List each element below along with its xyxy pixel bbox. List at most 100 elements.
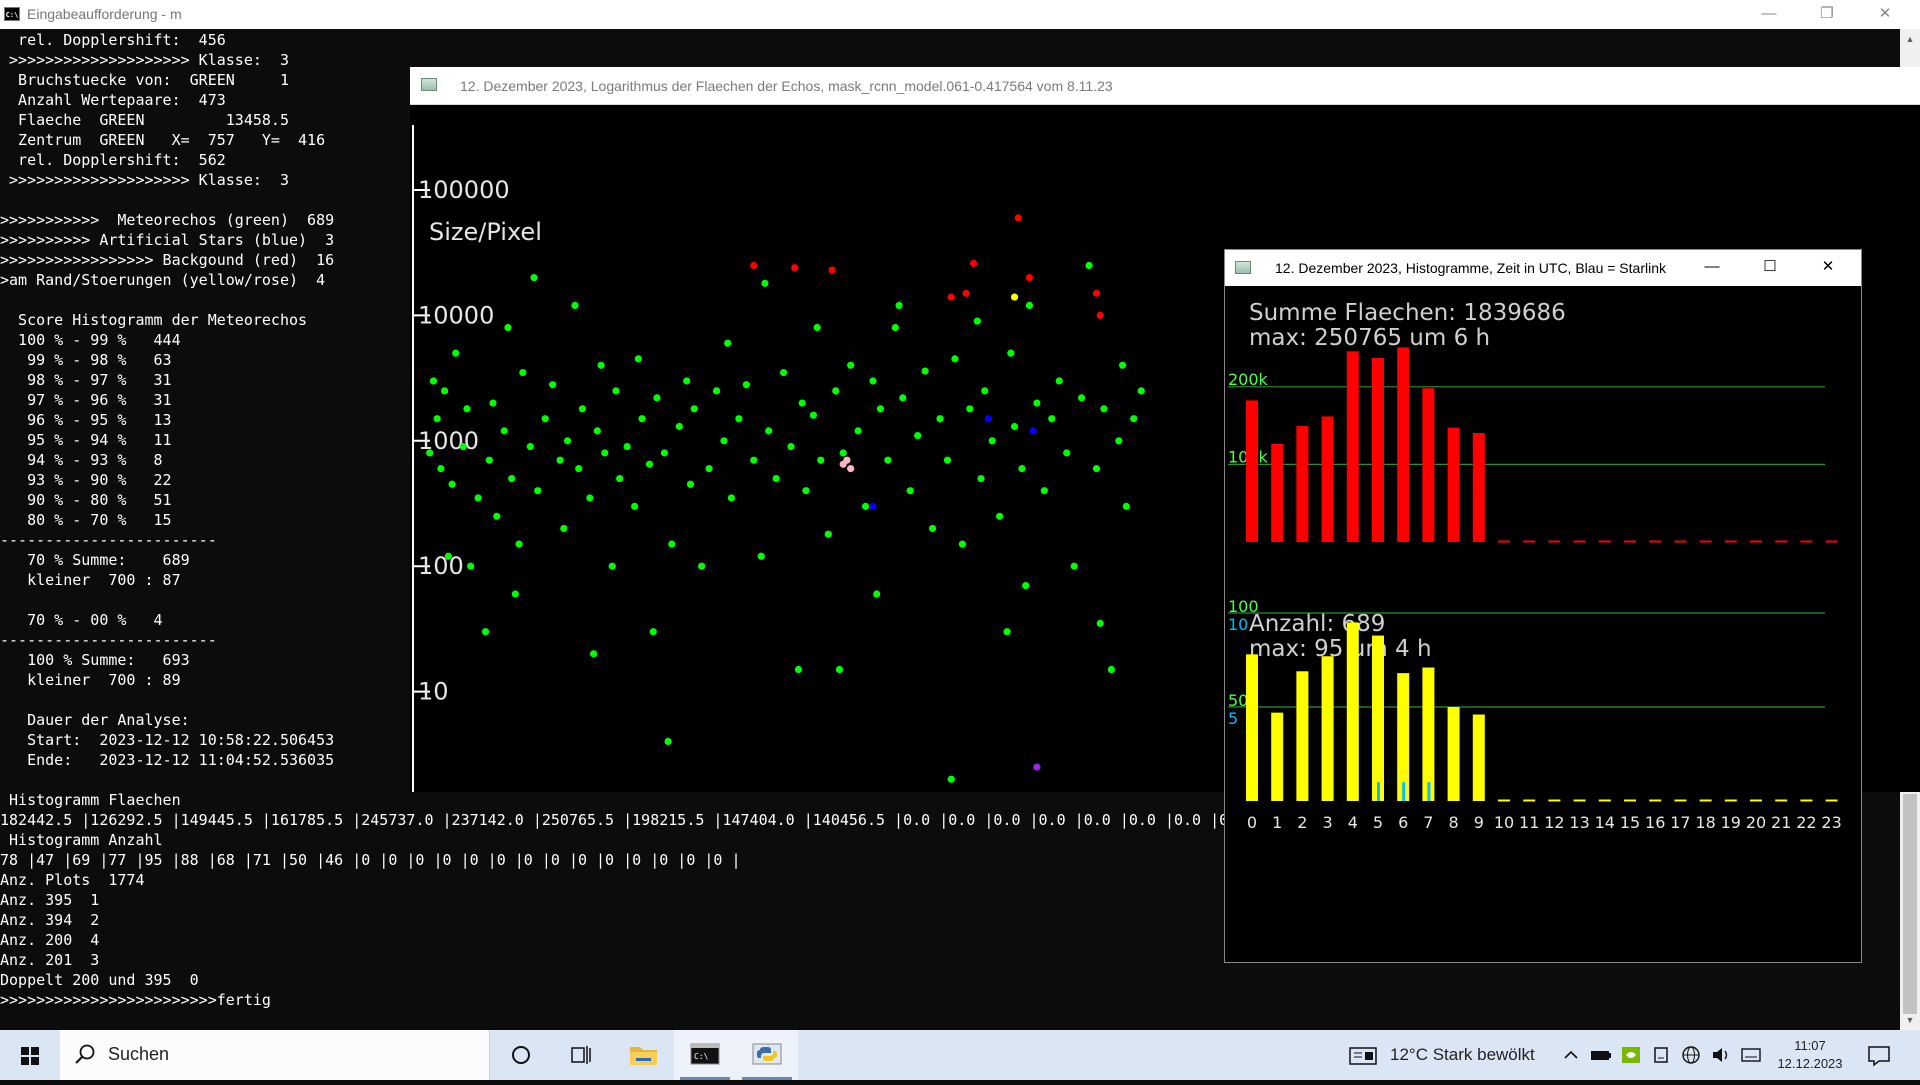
data-point xyxy=(947,293,955,301)
cortana-button[interactable] xyxy=(490,1030,552,1080)
restore-button[interactable]: ❐ xyxy=(1798,0,1856,29)
count-bar xyxy=(1372,635,1384,801)
notification-icon[interactable] xyxy=(1866,1044,1892,1068)
data-point xyxy=(824,530,832,538)
data-point xyxy=(441,387,449,395)
count-bar xyxy=(1246,654,1258,801)
scroll-up-arrow-icon[interactable]: ▲ xyxy=(1900,29,1920,49)
nvidia-icon[interactable] xyxy=(1620,1044,1642,1066)
speaker-icon[interactable] xyxy=(1710,1044,1732,1066)
data-point xyxy=(981,387,989,395)
hour-label: 8 xyxy=(1449,813,1459,832)
keyboard-icon[interactable] xyxy=(1740,1044,1762,1066)
data-point xyxy=(1137,387,1145,395)
data-point xyxy=(1070,562,1078,570)
data-point xyxy=(504,323,512,332)
battery-icon[interactable] xyxy=(1590,1044,1612,1066)
minimize-button[interactable]: — xyxy=(1740,0,1798,29)
histogram-titlebar[interactable]: 12. Dezember 2023, Histogramme, Zeit in … xyxy=(1225,250,1861,286)
data-point xyxy=(664,737,672,746)
data-point xyxy=(593,427,601,435)
data-point xyxy=(962,289,970,297)
area-bar xyxy=(1472,433,1485,542)
weather-text[interactable]: 12°C Stark bewölkt xyxy=(1390,1045,1535,1065)
data-point xyxy=(772,474,780,483)
data-point xyxy=(884,456,892,464)
data-point xyxy=(563,437,572,445)
weather-cloud-icon xyxy=(1349,1047,1377,1065)
data-point xyxy=(969,259,978,267)
data-point xyxy=(847,465,855,473)
count-y-tick: 50 xyxy=(1228,691,1248,710)
data-point xyxy=(437,465,445,473)
data-point xyxy=(869,377,877,385)
data-point xyxy=(1092,465,1101,473)
data-point xyxy=(791,264,799,272)
hour-label: 23 xyxy=(1821,813,1841,832)
area-bar xyxy=(1447,427,1460,542)
svg-text:C:\: C:\ xyxy=(694,1052,709,1061)
data-point xyxy=(798,399,806,407)
taskbar-python[interactable] xyxy=(736,1030,798,1080)
maximize-button[interactable]: ☐ xyxy=(1741,250,1799,286)
count-bar xyxy=(1649,799,1662,802)
count-bar xyxy=(1346,622,1359,801)
console-app-icon: C:\ xyxy=(4,7,20,21)
histogram-chart: Summe Flaechen: 1839686 max: 250765 um 6… xyxy=(1228,300,1842,832)
data-point xyxy=(634,355,642,363)
histogram-window[interactable]: 12. Dezember 2023, Histogramme, Zeit in … xyxy=(1224,249,1862,963)
data-point xyxy=(616,474,624,483)
data-point xyxy=(835,665,844,674)
count-bar xyxy=(1624,799,1636,802)
y-tick-label: 100000 xyxy=(418,176,510,204)
data-point xyxy=(809,411,817,419)
data-point xyxy=(727,494,736,502)
count-bar xyxy=(1472,714,1485,801)
data-point xyxy=(1118,361,1127,369)
plot-app-icon xyxy=(421,78,437,91)
data-point xyxy=(951,355,959,363)
area-bar xyxy=(1750,540,1762,543)
taskbar-command-prompt[interactable]: C:\ xyxy=(674,1030,736,1080)
area-bar xyxy=(1246,400,1258,542)
clock[interactable]: 11:07 12.12.2023 xyxy=(1770,1037,1850,1073)
data-point xyxy=(873,590,881,598)
chevron-up-icon[interactable] xyxy=(1562,1044,1580,1066)
task-view-button[interactable] xyxy=(550,1030,612,1080)
console-window-title: Eingabeaufforderung - m xyxy=(27,6,182,22)
scroll-down-arrow-icon[interactable]: ▼ xyxy=(1900,1010,1920,1030)
area-bar xyxy=(1724,540,1737,543)
data-point xyxy=(813,323,821,332)
globe-icon[interactable] xyxy=(1680,1044,1702,1066)
data-point xyxy=(526,442,534,451)
terminal-icon: C:\ xyxy=(690,1043,720,1065)
data-point xyxy=(653,394,661,402)
close-button[interactable]: ✕ xyxy=(1799,250,1857,286)
data-point xyxy=(958,540,967,548)
hour-label: 2 xyxy=(1297,813,1307,832)
count-bar xyxy=(1397,673,1410,801)
minimize-button[interactable]: — xyxy=(1683,250,1741,286)
data-point xyxy=(489,399,497,407)
start-button[interactable] xyxy=(0,1030,60,1080)
console-titlebar[interactable]: C:\ Eingabeaufforderung - m — ❐ ✕ xyxy=(0,0,1920,29)
device-icon[interactable] xyxy=(1650,1044,1672,1066)
scatter-titlebar[interactable]: 12. Dezember 2023, Logarithmus der Flaec… xyxy=(410,67,1920,105)
data-point xyxy=(943,456,952,464)
close-button[interactable]: ✕ xyxy=(1856,0,1914,29)
data-point xyxy=(724,339,732,347)
count-bar xyxy=(1422,667,1435,801)
hour-label: 20 xyxy=(1746,813,1766,832)
search-box[interactable]: Suchen xyxy=(60,1030,490,1080)
hour-label: 1 xyxy=(1272,813,1282,832)
data-point xyxy=(973,317,981,325)
data-point xyxy=(511,590,519,598)
data-point xyxy=(1055,377,1063,385)
scroll-thumb[interactable] xyxy=(1903,794,1917,1014)
y-tick-label: 10 xyxy=(418,678,449,706)
hour-label: 9 xyxy=(1474,813,1484,832)
data-point xyxy=(515,540,523,548)
taskbar-file-explorer[interactable] xyxy=(612,1030,674,1080)
starlink-bar xyxy=(1427,782,1431,801)
hour-label: 12 xyxy=(1544,813,1564,832)
